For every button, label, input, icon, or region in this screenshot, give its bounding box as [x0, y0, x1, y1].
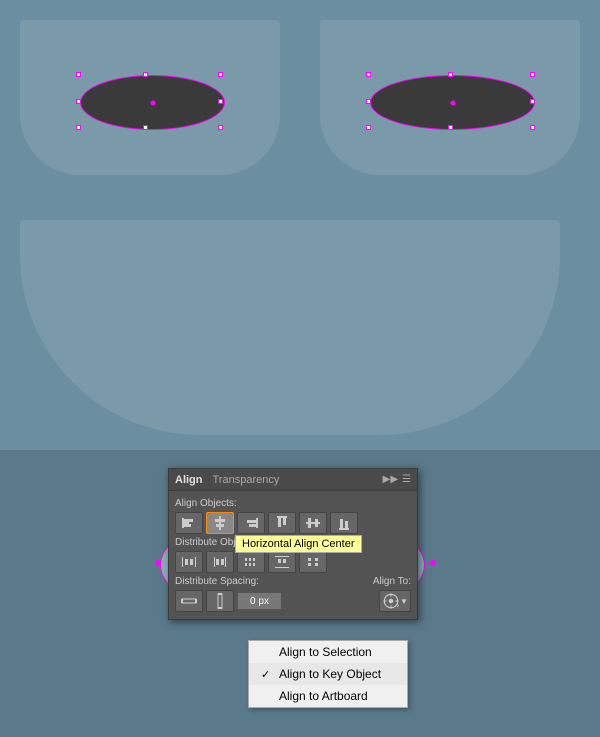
panel-body: Align Objects: Horizontal Align Center	[169, 491, 417, 619]
distribute-objects-row	[175, 551, 411, 573]
bottom-panel	[20, 220, 560, 435]
handle-r-tc	[448, 72, 453, 77]
dist-center-h-btn[interactable]	[206, 551, 234, 573]
check-artboard	[261, 690, 273, 702]
curve-dot-6	[430, 560, 436, 566]
align-left-btn[interactable]	[175, 512, 203, 534]
top-right-panel	[320, 20, 580, 175]
align-objects-label: Align Objects:	[175, 498, 411, 509]
spacing-h-btn[interactable]	[175, 590, 203, 612]
dropdown-item-selection[interactable]: Align to Selection	[249, 641, 407, 663]
ellipse-left	[80, 75, 225, 130]
align-objects-row: Horizontal Align Center	[175, 512, 411, 534]
dist-right-btn[interactable]	[237, 551, 265, 573]
handle-tl	[76, 72, 81, 77]
spacing-row: Distribute Spacing: Align To:	[175, 576, 411, 587]
panel-header-icons: ▶▶ ☰	[383, 474, 411, 485]
dropdown-item-key-object[interactable]: ✓ Align to Key Object	[249, 663, 407, 685]
panel-menu-icon[interactable]: ☰	[402, 474, 411, 485]
align-to-label: Align To:	[373, 576, 411, 587]
handle-ml	[76, 99, 81, 104]
handle-r-ml	[366, 99, 371, 104]
align-center-h-btn[interactable]: Horizontal Align Center	[206, 512, 234, 534]
handle-r-tl	[366, 72, 371, 77]
dist-center-v-btn[interactable]	[299, 551, 327, 573]
handle-r-tr	[530, 72, 535, 77]
align-top-btn[interactable]	[268, 512, 296, 534]
handle-bl	[76, 125, 81, 130]
dropdown-item-artboard[interactable]: Align to Artboard	[249, 685, 407, 707]
check-selection	[261, 646, 273, 658]
menu-arrow-icon[interactable]: ▶▶	[383, 474, 398, 485]
center-handle-left	[150, 100, 155, 105]
handle-r-bc	[448, 125, 453, 130]
spacing-controls-row: 0 px ▼	[175, 590, 411, 612]
align-to-dropdown-btn[interactable]: ▼	[379, 590, 411, 612]
spacing-input[interactable]: 0 px	[237, 592, 282, 610]
center-handle-right	[450, 100, 455, 105]
panel-header: Align Transparency ▶▶ ☰	[169, 469, 417, 491]
align-to-dropdown-menu: Align to Selection ✓ Align to Key Object…	[248, 640, 408, 708]
dist-top-btn[interactable]	[268, 551, 296, 573]
spacing-v-btn[interactable]	[206, 590, 234, 612]
align-bottom-btn[interactable]	[330, 512, 358, 534]
check-key-object: ✓	[261, 668, 273, 681]
handle-tc	[143, 72, 148, 77]
top-left-panel	[20, 20, 280, 175]
align-tab[interactable]: Align	[175, 474, 203, 486]
dist-left-btn[interactable]	[175, 551, 203, 573]
handle-r-br	[530, 125, 535, 130]
align-right-btn[interactable]	[237, 512, 265, 534]
handle-bc	[143, 125, 148, 130]
align-panel: Align Transparency ▶▶ ☰ Align Objects: H…	[168, 468, 418, 620]
handle-mr	[218, 99, 223, 104]
curve-dot-4	[155, 560, 161, 566]
handle-tr	[218, 72, 223, 77]
dropdown-arrow-icon: ▼	[400, 597, 408, 606]
align-center-tooltip: Horizontal Align Center	[235, 535, 362, 553]
align-center-v-btn[interactable]	[299, 512, 327, 534]
handle-r-mr	[530, 99, 535, 104]
ellipse-right	[370, 75, 535, 130]
transparency-tab[interactable]: Transparency	[213, 474, 280, 486]
handle-r-bl	[366, 125, 371, 130]
distribute-spacing-label: Distribute Spacing:	[175, 576, 259, 587]
handle-br	[218, 125, 223, 130]
